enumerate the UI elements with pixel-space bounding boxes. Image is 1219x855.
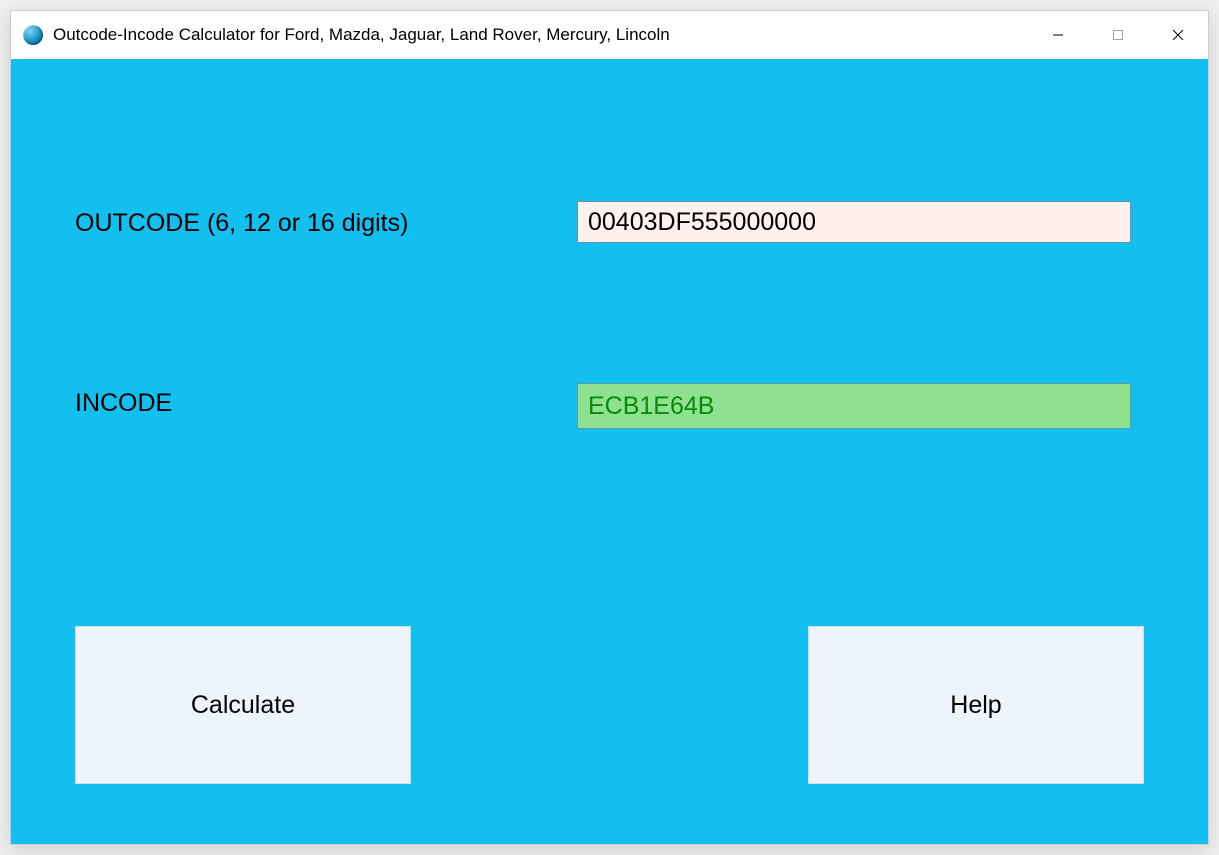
close-icon bbox=[1172, 29, 1184, 41]
app-icon bbox=[23, 25, 43, 45]
incode-row: INCODE bbox=[75, 389, 575, 418]
maximize-icon bbox=[1112, 29, 1124, 41]
outcode-input[interactable] bbox=[577, 201, 1131, 243]
window-controls bbox=[1028, 11, 1208, 59]
minimize-icon bbox=[1052, 29, 1064, 41]
maximize-button bbox=[1088, 11, 1148, 59]
app-window: Outcode-Incode Calculator for Ford, Mazd… bbox=[10, 10, 1209, 845]
close-button[interactable] bbox=[1148, 11, 1208, 59]
minimize-button[interactable] bbox=[1028, 11, 1088, 59]
titlebar: Outcode-Incode Calculator for Ford, Mazd… bbox=[11, 11, 1208, 59]
outcode-label: OUTCODE (6, 12 or 16 digits) bbox=[75, 209, 575, 238]
window-title: Outcode-Incode Calculator for Ford, Mazd… bbox=[53, 25, 1028, 45]
help-button[interactable]: Help bbox=[808, 626, 1144, 784]
button-row: Calculate Help bbox=[75, 626, 1144, 784]
calculate-button[interactable]: Calculate bbox=[75, 626, 411, 784]
outcode-row: OUTCODE (6, 12 or 16 digits) bbox=[75, 209, 575, 238]
incode-label: INCODE bbox=[75, 389, 575, 418]
client-area: OUTCODE (6, 12 or 16 digits) INCODE ECB1… bbox=[11, 59, 1208, 844]
incode-output: ECB1E64B bbox=[577, 383, 1131, 429]
